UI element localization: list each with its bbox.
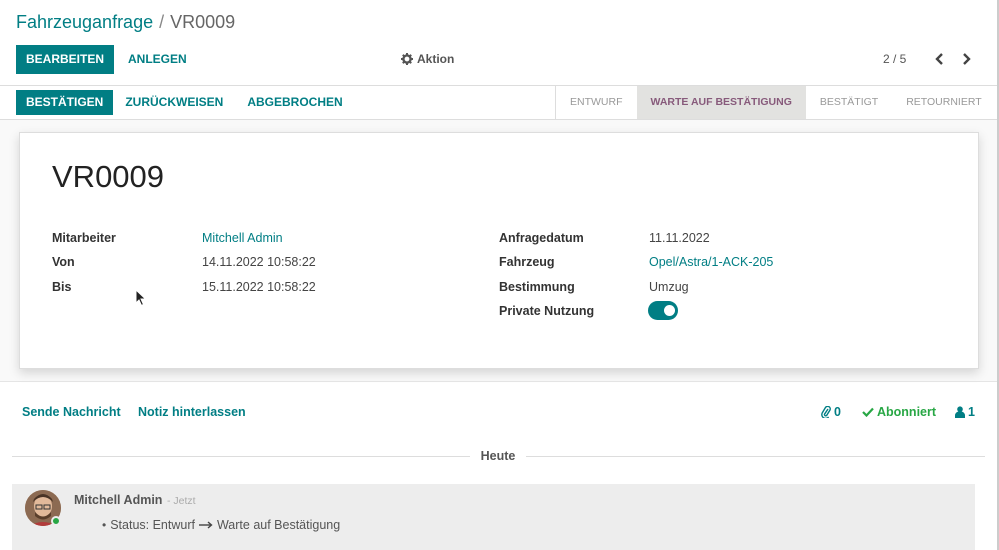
followers-count: 1	[968, 405, 975, 419]
gear-icon	[401, 53, 413, 65]
date-separator-right	[526, 456, 985, 457]
vehicle-value[interactable]: Opel/Astra/1-ACK-205	[649, 255, 773, 269]
followers-button[interactable]: 1	[955, 405, 975, 419]
from-label: Von	[52, 255, 75, 269]
purpose-label: Bestimmung	[499, 280, 575, 294]
breadcrumb: Fahrzeuganfrage / VR0009	[16, 12, 235, 33]
stage-confirmed[interactable]: BESTÄTIGT	[806, 86, 892, 119]
to-value: 15.11.2022 10:58:22	[202, 280, 316, 294]
breadcrumb-current: VR0009	[170, 12, 236, 32]
create-button[interactable]: ANLEGEN	[114, 45, 201, 74]
breadcrumb-separator: /	[159, 12, 165, 32]
form-background: VR0009 Mitarbeiter Mitchell Admin Von 14…	[0, 120, 999, 382]
chevron-left-icon[interactable]	[932, 49, 946, 69]
user-icon	[955, 406, 965, 418]
employee-value[interactable]: Mitchell Admin	[202, 231, 283, 245]
message-author[interactable]: Mitchell Admin	[74, 493, 162, 507]
mouse-cursor-icon	[135, 289, 147, 307]
stage-draft[interactable]: ENTWURF	[556, 86, 637, 119]
cancel-button[interactable]: ABGEBROCHEN	[235, 90, 354, 115]
check-icon	[862, 407, 874, 417]
attachments-button[interactable]: 0	[821, 405, 841, 419]
stage-returned[interactable]: RETOURNIERT	[892, 86, 995, 119]
chatter-topbar: Sende Nachricht Notiz hinterlassen 0 Abo…	[0, 400, 999, 426]
bullet-icon: •	[102, 518, 107, 532]
employee-label: Mitarbeiter	[52, 231, 116, 245]
statusbar: BESTÄTIGEN ZURÜCKWEISEN ABGEBROCHEN ENTW…	[0, 86, 999, 120]
online-status-icon	[51, 516, 61, 526]
private-use-toggle[interactable]	[648, 301, 678, 320]
stage-pipeline: ENTWURF WARTE AUF BESTÄTIGUNG BESTÄTIGT …	[555, 86, 999, 119]
follow-label: Abonniert	[877, 405, 937, 419]
message-date: - Jetzt	[167, 495, 196, 507]
toggle-knob	[664, 305, 675, 316]
vehicle-label: Fahrzeug	[499, 255, 555, 269]
tracking-old-value: Status: Entwurf	[110, 518, 195, 532]
private-use-label: Private Nutzung	[499, 304, 595, 318]
pager-value[interactable]: 2 / 5	[883, 52, 906, 66]
tracking-value: • Status: Entwurf Warte auf Bestätigung	[102, 518, 340, 532]
date-separator-label: Heute	[480, 449, 516, 463]
form-buttons: BEARBEITEN ANLEGEN	[16, 45, 201, 74]
chatter-message: Mitchell Admin - Jetzt • Status: Entwurf…	[12, 484, 975, 550]
action-menu[interactable]: Aktion	[401, 52, 454, 66]
chevron-right-icon[interactable]	[960, 49, 974, 69]
record-title: VR0009	[52, 159, 165, 194]
form-sheet: VR0009 Mitarbeiter Mitchell Admin Von 14…	[19, 132, 979, 369]
from-value: 14.11.2022 10:58:22	[202, 255, 316, 269]
arrow-right-icon	[198, 521, 213, 529]
request-date-value: 11.11.2022	[649, 231, 710, 245]
send-message-button[interactable]: Sende Nachricht	[22, 405, 121, 419]
purpose-value: Umzug	[649, 280, 689, 294]
control-panel: Fahrzeuganfrage / VR0009 BEARBEITEN ANLEGE…	[0, 0, 999, 86]
reject-button[interactable]: ZURÜCKWEISEN	[113, 90, 235, 115]
breadcrumb-parent-link[interactable]: Fahrzeuganfrage	[16, 12, 153, 32]
stage-waiting-approval[interactable]: WARTE AUF BESTÄTIGUNG	[636, 86, 806, 119]
follow-button[interactable]: Abonniert	[862, 405, 936, 419]
edit-button[interactable]: BEARBEITEN	[16, 45, 115, 74]
to-label: Bis	[52, 280, 72, 294]
attachments-count: 0	[834, 405, 841, 419]
log-note-button[interactable]: Notiz hinterlassen	[138, 405, 246, 419]
confirm-button[interactable]: BESTÄTIGEN	[16, 90, 114, 115]
tracking-new-value: Warte auf Bestätigung	[216, 518, 341, 532]
request-date-label: Anfragedatum	[499, 231, 584, 245]
status-buttons: BESTÄTIGEN ZURÜCKWEISEN ABGEBROCHEN	[16, 90, 355, 115]
action-label: Aktion	[417, 52, 455, 66]
paperclip-icon	[821, 406, 831, 418]
date-separator-left	[12, 456, 470, 457]
